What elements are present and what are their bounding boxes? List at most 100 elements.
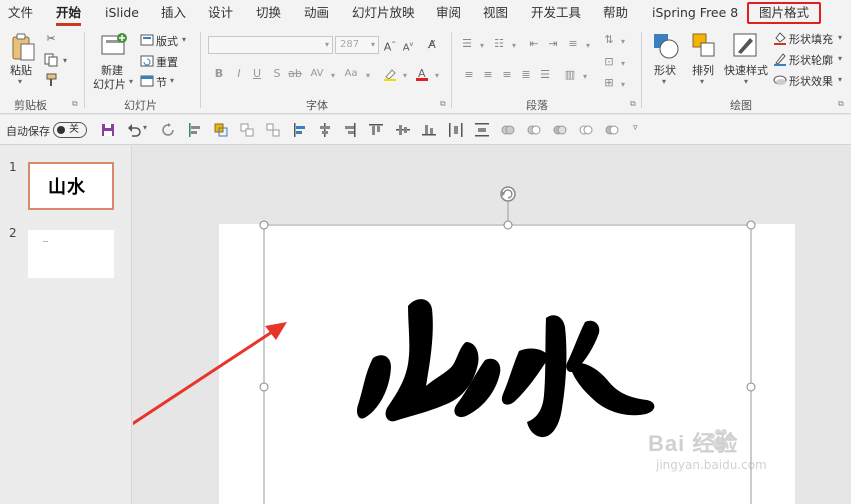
paste-button-label[interactable]: 粘贴: [10, 62, 32, 78]
clipboard-launcher-icon[interactable]: ⧉: [72, 99, 78, 109]
quick-styles-button-label[interactable]: 快速样式: [724, 62, 768, 78]
tab-insert[interactable]: 插入: [161, 4, 186, 22]
highlight-icon[interactable]: [383, 67, 397, 81]
font-name-combo[interactable]: ▾: [208, 36, 333, 54]
tab-design[interactable]: 设计: [208, 4, 233, 22]
customize-qat-icon[interactable]: ▿: [633, 123, 647, 137]
bring-forward-icon[interactable]: [214, 123, 228, 137]
format-painter-icon[interactable]: [44, 73, 58, 87]
align-top-objects-icon[interactable]: [369, 123, 383, 137]
char-spacing-dropdown-icon[interactable]: ▾: [326, 69, 340, 83]
shapes-dropdown-icon[interactable]: ▾: [662, 77, 666, 86]
new-slide-dropdown-icon[interactable]: ▾: [129, 77, 133, 86]
undo-dropdown-icon[interactable]: ▾: [143, 123, 157, 137]
decrease-font-icon[interactable]: Av: [401, 38, 415, 53]
shape-fill-dropdown-icon[interactable]: ▾: [838, 33, 842, 42]
bold-icon[interactable]: B: [212, 67, 226, 81]
font-size-combo[interactable]: 287 ▾: [335, 36, 379, 54]
shape-effects-label[interactable]: 形状效果: [789, 73, 833, 89]
reset-button-label[interactable]: 重置: [156, 54, 178, 70]
align-text-icon[interactable]: ⊡: [602, 55, 616, 69]
text-direction-icon[interactable]: ⇅: [602, 33, 616, 47]
decrease-indent-icon[interactable]: ⇤: [527, 37, 541, 51]
change-case-icon[interactable]: Aa: [344, 67, 358, 81]
tab-review[interactable]: 审阅: [436, 4, 461, 22]
bullets-icon[interactable]: ☰: [460, 37, 474, 51]
justify-icon[interactable]: ≣: [519, 68, 533, 82]
tab-islide[interactable]: iSlide: [105, 4, 139, 22]
shapes-icon[interactable]: [652, 32, 680, 60]
resize-handle-left[interactable]: [259, 382, 269, 392]
drawing-launcher-icon[interactable]: ⧉: [838, 99, 844, 109]
numbering-dropdown-icon[interactable]: ▾: [507, 39, 521, 53]
shadow-icon[interactable]: S: [270, 67, 284, 81]
shape-effects-icon[interactable]: [773, 73, 787, 87]
merge-fragment-icon[interactable]: [553, 123, 567, 137]
cut-icon[interactable]: ✂: [44, 32, 58, 46]
tab-animations[interactable]: 动画: [304, 4, 329, 22]
tab-file[interactable]: 文件: [8, 4, 33, 22]
tab-view[interactable]: 视图: [483, 4, 508, 22]
layout-dropdown-icon[interactable]: ▾: [182, 35, 186, 44]
shapes-button-label[interactable]: 形状: [654, 62, 676, 78]
resize-handle-top-left[interactable]: [259, 220, 269, 230]
font-color-dropdown-icon[interactable]: ▾: [430, 69, 444, 83]
quick-styles-dropdown-icon[interactable]: ▾: [744, 77, 748, 86]
section-icon[interactable]: [140, 74, 154, 88]
shape-outline-label[interactable]: 形状轮廓: [789, 52, 833, 68]
merge-subtract-icon[interactable]: [605, 123, 619, 137]
redo-icon[interactable]: [161, 123, 175, 137]
change-case-dropdown-icon[interactable]: ▾: [361, 69, 375, 83]
thumbnail-slide-1[interactable]: 山水: [28, 162, 114, 210]
shape-outline-dropdown-icon[interactable]: ▾: [838, 54, 842, 63]
align-left-icon[interactable]: ≡: [462, 68, 476, 82]
section-button-label[interactable]: 节: [156, 74, 167, 90]
highlight-dropdown-icon[interactable]: ▾: [398, 69, 412, 83]
bullets-dropdown-icon[interactable]: ▾: [475, 39, 489, 53]
tab-ispring[interactable]: iSpring Free 8: [652, 4, 738, 22]
columns-dropdown-icon[interactable]: ▾: [578, 70, 592, 84]
copy-dropdown-icon[interactable]: ▾: [63, 56, 67, 65]
paste-icon[interactable]: [10, 32, 36, 62]
tab-home[interactable]: 开始: [56, 4, 82, 26]
autosave-toggle[interactable]: 关: [53, 122, 87, 138]
text-direction-dropdown-icon[interactable]: ▾: [616, 35, 630, 49]
align-objects-left-icon[interactable]: [188, 123, 202, 137]
align-right-icon[interactable]: ≡: [500, 68, 514, 82]
align-left-objects-icon[interactable]: [293, 123, 307, 137]
align-right-objects-icon[interactable]: [343, 123, 357, 137]
merge-union-icon[interactable]: [501, 123, 515, 137]
columns-icon[interactable]: ▥: [563, 68, 577, 82]
increase-font-icon[interactable]: A^: [383, 38, 397, 54]
new-slide-label-2[interactable]: 幻灯片: [93, 76, 126, 92]
resize-handle-top-right[interactable]: [746, 220, 756, 230]
undo-icon[interactable]: [127, 123, 141, 137]
numbering-icon[interactable]: ☷: [492, 37, 506, 51]
paragraph-launcher-icon[interactable]: ⧉: [630, 99, 636, 109]
smartart-dropdown-icon[interactable]: ▾: [616, 78, 630, 92]
save-icon[interactable]: [101, 123, 115, 137]
thumbnail-slide-2[interactable]: [28, 230, 114, 278]
arrange-button-label[interactable]: 排列: [692, 62, 714, 78]
font-color-icon[interactable]: A: [415, 67, 429, 81]
underline-icon[interactable]: U: [250, 67, 264, 81]
distribute-horizontal-icon[interactable]: [449, 123, 463, 137]
increase-indent-icon[interactable]: ⇥: [546, 37, 560, 51]
merge-intersect-icon[interactable]: [579, 123, 593, 137]
shape-effects-dropdown-icon[interactable]: ▾: [838, 75, 842, 84]
arrange-dropdown-icon[interactable]: ▾: [700, 77, 704, 86]
tab-slideshow[interactable]: 幻灯片放映: [352, 4, 415, 22]
resize-handle-top[interactable]: [503, 220, 513, 230]
line-spacing-icon[interactable]: ≡: [566, 37, 580, 51]
ungroup-objects-icon[interactable]: [266, 123, 280, 137]
line-spacing-dropdown-icon[interactable]: ▾: [581, 39, 595, 53]
shape-fill-label[interactable]: 形状填充: [789, 31, 833, 47]
font-launcher-icon[interactable]: ⧉: [440, 99, 446, 109]
smartart-icon[interactable]: ⊞: [602, 76, 616, 90]
arrange-icon[interactable]: [691, 32, 717, 60]
distribute-vertical-icon[interactable]: [475, 123, 489, 137]
clear-formatting-icon[interactable]: A̸: [425, 38, 439, 52]
rotate-handle-icon[interactable]: [500, 186, 516, 202]
merge-combine-icon[interactable]: [527, 123, 541, 137]
strikethrough-icon[interactable]: ab: [288, 67, 302, 81]
